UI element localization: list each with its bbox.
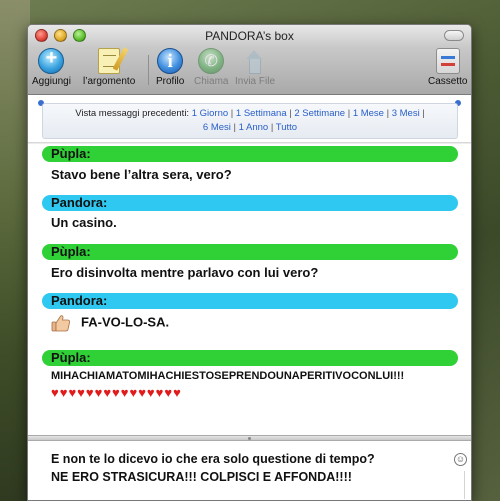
chat-window: PANDORA’s box Aggiungi l’argomento i Pro… [27, 24, 472, 501]
sender-name: Pandora [51, 293, 104, 308]
compose-line: E non te lo dicevo io che era solo quest… [51, 452, 375, 466]
sender-name: Pùpla [51, 244, 87, 259]
message-sender-header: Pùpla: [42, 146, 458, 162]
profile-label: Profilo [156, 76, 185, 87]
drawer-label: Cassetto [428, 76, 468, 87]
toolbar-toggle-button[interactable] [444, 30, 464, 41]
message-sender-header: Pùpla: [42, 350, 458, 366]
history-link-1-month[interactable]: 1 Mese [353, 108, 384, 119]
message-text: FA-VO-LO-SA. [81, 314, 170, 330]
zoom-button[interactable] [73, 29, 86, 42]
hearts-emoticon-row: ♥♥♥♥♥♥♥♥♥♥♥♥♥♥♥ [51, 385, 182, 400]
message-text: Ero disinvolta mentre parlavo con lui ve… [51, 265, 319, 280]
message-sender-header: Pandora: [42, 195, 458, 211]
sender-name: Pùpla [51, 146, 87, 161]
add-icon [38, 47, 65, 74]
upload-file-icon [242, 48, 268, 74]
history-bar: Vista messaggi precedenti: 1 Giorno | 1 … [28, 95, 471, 143]
compose-area[interactable]: E non te lo dicevo io che era solo quest… [28, 441, 471, 500]
message-sender-header: Pùpla: [42, 244, 458, 260]
phone-icon [198, 48, 225, 74]
close-button[interactable] [35, 29, 48, 42]
history-link-1-week[interactable]: 1 Settimana [236, 108, 287, 119]
message-text: Un casino. [51, 215, 117, 230]
title-bar: PANDORA’s box [28, 25, 471, 47]
add-button[interactable]: Aggiungi [32, 47, 71, 87]
call-button[interactable]: Chiama [194, 48, 228, 87]
history-link-1-day[interactable]: 1 Giorno [192, 108, 228, 119]
compose-input[interactable]: E non te lo dicevo io che era solo quest… [51, 450, 451, 486]
sender-name: Pandora [51, 195, 104, 210]
drawer-icon [435, 48, 460, 74]
send-file-button[interactable]: Invia File [235, 48, 275, 87]
profile-button[interactable]: i Profilo [156, 48, 184, 87]
history-prefix: Vista messaggi precedenti: [75, 108, 190, 119]
send-file-label: Invia File [235, 76, 276, 87]
compose-scrollbar[interactable] [464, 471, 471, 499]
compose-line: NE ERO STRASICURA!!! COLPISCI E AFFONDA!… [51, 470, 352, 484]
toolbar: Aggiungi l’argomento i Profilo Chiama In… [28, 47, 471, 95]
message-text: Stavo bene l’altra sera, vero? [51, 167, 232, 182]
drawer-button[interactable]: Cassetto [428, 48, 467, 87]
history-link-2-weeks[interactable]: 2 Settimane [294, 108, 345, 119]
desktop-background [0, 0, 30, 501]
message-sender-header: Pandora: [42, 293, 458, 309]
info-icon: i [157, 48, 184, 74]
add-label: Aggiungi [32, 76, 71, 87]
history-link-3-months[interactable]: 3 Mesi [392, 108, 420, 119]
topic-button[interactable]: l’argomento [83, 48, 135, 87]
emoticon-picker-icon[interactable]: ☺ [454, 453, 467, 466]
history-link-1-year[interactable]: 1 Anno [239, 122, 269, 133]
thumbs-up-icon [51, 315, 70, 332]
message-text: MIHACHIAMATOMIHACHIESTOSEPRENDOUNAPERITI… [51, 370, 405, 382]
topic-label: l’argomento [83, 76, 136, 87]
message-list[interactable]: Pùpla: Stavo bene l’altra sera, vero? Pa… [28, 144, 471, 435]
call-label: Chiama [194, 76, 229, 87]
notepad-icon [98, 48, 121, 74]
minimize-button[interactable] [54, 29, 67, 42]
message-with-emoticon: FA-VO-LO-SA. [51, 314, 169, 332]
history-links: Vista messaggi precedenti: 1 Giorno | 1 … [42, 103, 458, 139]
history-link-all[interactable]: Tutto [276, 122, 297, 133]
toolbar-separator [148, 55, 149, 85]
window-controls [35, 29, 86, 42]
sender-name: Pùpla [51, 350, 87, 365]
history-link-6-months[interactable]: 6 Mesi [203, 122, 231, 133]
window-title: PANDORA’s box [205, 29, 294, 43]
